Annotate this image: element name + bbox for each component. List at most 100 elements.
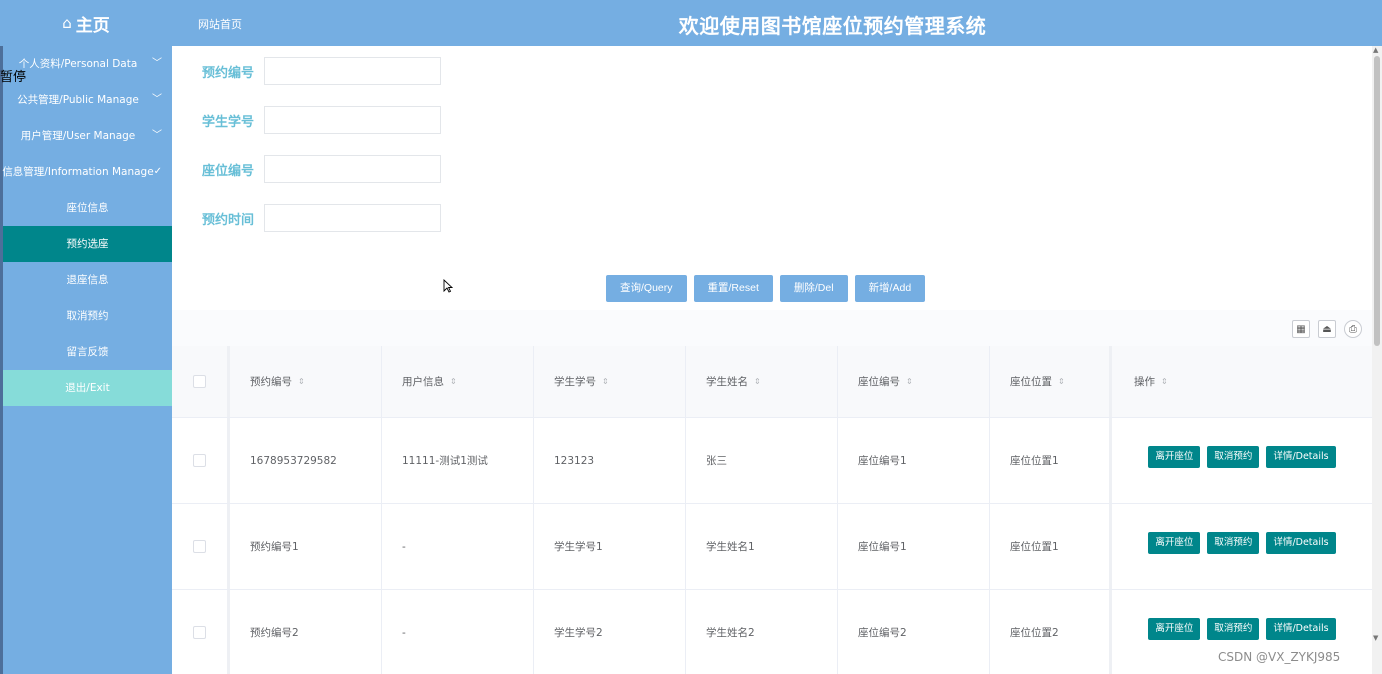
leave-seat-button[interactable]: 离开座位 [1148, 617, 1201, 640]
sidebar-item-seat-info[interactable]: 座位信息 [3, 190, 172, 226]
chevron-down-icon: ﹀ [152, 58, 162, 69]
student-no-input[interactable] [264, 106, 441, 134]
menu-group-label: 公共管理/Public Manage [17, 94, 139, 106]
menu-group-label: 个人资料/Personal Data [18, 58, 138, 70]
row-checkbox[interactable] [193, 626, 206, 639]
row-select-cell [172, 504, 230, 589]
cancel-reservation-button[interactable]: 取消预约 [1207, 617, 1260, 640]
add-button[interactable]: 新增/Add [854, 275, 926, 302]
columns-icon[interactable]: ▦ [1292, 320, 1310, 338]
chevron-down-icon: ﹀ [152, 94, 162, 105]
table-row: 1678953729582 11111-测试1测试 123123 张三 座位编号… [172, 418, 1372, 504]
column-header[interactable]: 预约编号 ⇕ [230, 346, 382, 417]
column-header[interactable]: 座位位置 ⇕ [990, 346, 1112, 417]
watermark: CSDN @VX_ZYKJ985 [1218, 650, 1341, 664]
search-row-reservation-time: 预约时间 [172, 204, 441, 232]
sidebar-item-cancel-reservation[interactable]: 取消预约 [3, 298, 172, 334]
cell-seat-no: 座位编号2 [838, 590, 990, 674]
home-icon: ⌂ [62, 14, 72, 32]
cell-seat-no: 座位编号1 [838, 418, 990, 503]
column-header[interactable]: 学生学号 ⇕ [534, 346, 686, 417]
cell-reservation-no: 1678953729582 [230, 418, 382, 503]
menu-group-public[interactable]: 公共管理/Public Manage ﹀ [0, 82, 172, 118]
column-header-label: 预约编号 [250, 376, 292, 388]
cancel-reservation-button[interactable]: 取消预约 [1207, 445, 1260, 468]
column-header-label: 操作 [1134, 376, 1155, 388]
reservation-time-input[interactable] [264, 204, 441, 232]
cancel-reservation-button[interactable]: 取消预约 [1207, 531, 1260, 554]
scroll-down-icon[interactable]: ▼ [1373, 634, 1378, 642]
sidebar-item-leave-seat[interactable]: 退座信息 [3, 262, 172, 298]
sort-icon: ⇕ [1161, 377, 1168, 386]
cell-reservation-no: 预约编号1 [230, 504, 382, 589]
cell-user-info: 11111-测试1测试 [382, 418, 534, 503]
sidebar-item-feedback[interactable]: 留言反馈 [3, 334, 172, 370]
leave-seat-button[interactable]: 离开座位 [1148, 531, 1201, 554]
row-select-cell [172, 418, 230, 503]
column-header-label: 座位编号 [858, 376, 900, 388]
column-header[interactable]: 操作 ⇕ [1112, 346, 1372, 417]
cell-seat-location: 座位位置1 [990, 504, 1112, 589]
print-icon[interactable]: ⎙ [1344, 320, 1362, 338]
row-checkbox[interactable] [193, 454, 206, 467]
sort-icon: ⇕ [298, 377, 305, 386]
cell-seat-location: 座位位置1 [990, 418, 1112, 503]
column-header-label: 学生姓名 [706, 376, 748, 388]
menu-group-label: 信息管理/Information Manage [2, 166, 154, 178]
main-content: 预约编号 学生学号 座位编号 预约时间 查询/Query 重置/Reset 删除… [172, 46, 1372, 674]
details-button[interactable]: 详情/Details [1266, 445, 1336, 468]
leave-seat-button[interactable]: 离开座位 [1148, 445, 1201, 468]
seat-no-input[interactable] [264, 155, 441, 183]
sort-icon: ⇕ [450, 377, 457, 386]
scrollbar-thumb[interactable] [1374, 56, 1380, 346]
mouse-cursor-icon [443, 279, 453, 293]
details-button[interactable]: 详情/Details [1266, 531, 1336, 554]
search-row-student-no: 学生学号 [172, 106, 441, 134]
export-icon[interactable]: ⏏ [1318, 320, 1336, 338]
table-row: 预约编号2 - 学生学号2 学生姓名2 座位编号2 座位位置2 离开座位 取消预… [172, 590, 1372, 674]
cell-student-name: 学生姓名1 [686, 504, 838, 589]
cell-student-no: 学生学号1 [534, 504, 686, 589]
sort-icon: ⇕ [602, 377, 609, 386]
table-toolbar [172, 310, 1372, 346]
vertical-scrollbar[interactable]: ▲ ▼ [1372, 46, 1382, 674]
row-actions: 离开座位 取消预约 详情/Details [1148, 445, 1336, 468]
sort-icon: ⇕ [906, 377, 913, 386]
page-title: 欢迎使用图书馆座位预约管理系统 [678, 14, 987, 38]
menu-group-information[interactable]: 信息管理/Information Manage ✓ [0, 154, 172, 190]
delete-button[interactable]: 删除/Del [779, 275, 848, 302]
column-header[interactable]: 用户信息 ⇕ [382, 346, 534, 417]
cell-seat-location: 座位位置2 [990, 590, 1112, 674]
home-link[interactable]: ⌂ 主页 [0, 0, 172, 46]
breadcrumb-home[interactable]: 网站首页 [198, 16, 242, 32]
reset-button[interactable]: 重置/Reset [693, 275, 773, 302]
sidebar-item-exit[interactable]: 退出/Exit [3, 370, 172, 406]
field-label: 座位编号 [201, 163, 254, 179]
field-label: 学生学号 [201, 114, 254, 130]
cell-student-no: 学生学号2 [534, 590, 686, 674]
menu-group-label: 用户管理/User Manage [20, 130, 136, 142]
cell-student-name: 学生姓名2 [686, 590, 838, 674]
cell-student-no: 123123 [534, 418, 686, 503]
chevron-down-icon: ✓ [153, 166, 162, 177]
top-header: ⌂ 主页 网站首页 欢迎使用图书馆座位预约管理系统 [0, 0, 1382, 46]
search-row-seat-no: 座位编号 [172, 155, 441, 183]
field-label: 预约编号 [201, 65, 254, 81]
column-header[interactable]: 学生姓名 ⇕ [686, 346, 838, 417]
menu-group-user[interactable]: 用户管理/User Manage ﹀ [0, 118, 172, 154]
app-root: ⌂ 主页 网站首页 欢迎使用图书馆座位预约管理系统 个人资料/Personal … [0, 0, 1382, 674]
sidebar-item-reserve-seat[interactable]: 预约选座 [3, 226, 172, 262]
column-header-label: 用户信息 [402, 376, 444, 388]
select-all-checkbox[interactable] [193, 375, 206, 388]
reservation-no-input[interactable] [264, 57, 441, 85]
scroll-up-icon[interactable]: ▲ [1373, 46, 1378, 54]
column-header-label: 座位位置 [1010, 376, 1052, 388]
row-actions: 离开座位 取消预约 详情/Details [1148, 531, 1336, 554]
details-button[interactable]: 详情/Details [1266, 617, 1336, 640]
column-header[interactable]: 座位编号 ⇕ [838, 346, 990, 417]
cell-reservation-no: 预约编号2 [230, 590, 382, 674]
cell-actions: 离开座位 取消预约 详情/Details [1112, 504, 1372, 589]
query-button[interactable]: 查询/Query [606, 275, 687, 302]
brand-label: 主页 [75, 15, 110, 36]
row-checkbox[interactable] [193, 540, 206, 553]
